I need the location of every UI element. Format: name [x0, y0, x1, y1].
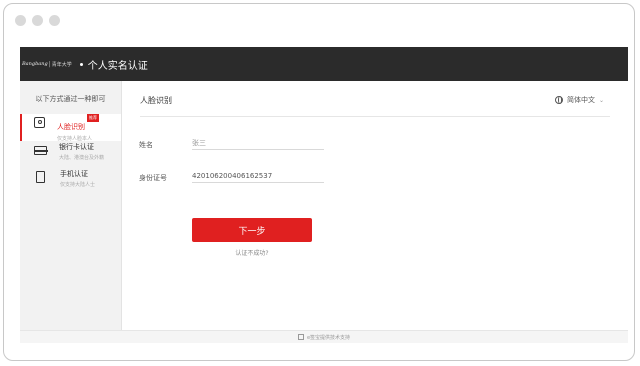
brand-logo-text: Bangbang: [22, 61, 48, 67]
sidebar-heading: 以下方式通过一种即可: [35, 95, 106, 103]
brand-separator: |: [48, 60, 51, 68]
browser-window: Bangbang | 青年大学 个人实名认证 以下方式通过一种即可 人脸识别推荐…: [3, 3, 635, 361]
main-content: 人脸识别 简体中文 ⌄ 姓名 身份证号 下一步 认证不成功?: [122, 81, 628, 330]
footer: e签宝提供技术支持: [20, 330, 628, 343]
bank-card-icon: [34, 146, 48, 155]
language-label: 简体中文: [566, 96, 595, 104]
sidebar-item-label: 手机认证: [60, 170, 88, 178]
next-step-button[interactable]: 下一步: [192, 218, 312, 242]
window-dot-close[interactable]: [15, 15, 26, 26]
name-label: 姓名: [139, 141, 153, 149]
sidebar-item-label: 人脸识别: [57, 123, 85, 131]
sidebar-item-sub: 大陆、港澳台及外籍: [59, 155, 105, 161]
globe-icon: [554, 96, 563, 104]
window-dot-maximize[interactable]: [49, 15, 60, 26]
name-input[interactable]: [192, 137, 324, 150]
footer-text: e签宝提供技术支持: [306, 334, 351, 341]
window-dot-minimize[interactable]: [32, 15, 43, 26]
sidebar-item-sub: 仅支持大陆人士: [60, 182, 96, 188]
app-frame: Bangbang | 青年大学 个人实名认证 以下方式通过一种即可 人脸识别推荐…: [20, 47, 628, 343]
esign-logo-icon: [297, 334, 304, 340]
brand-subtitle: 青年大学: [51, 61, 72, 68]
sidebar-item-phone[interactable]: 手机认证 仅支持大陆人士: [20, 168, 121, 195]
sidebar-item-bank-card[interactable]: 银行卡认证 大陆、港澳台及外籍: [20, 141, 121, 168]
window-controls: [15, 15, 60, 26]
verification-failed-link[interactable]: 认证不成功?: [228, 248, 276, 257]
language-selector[interactable]: 简体中文 ⌄: [554, 95, 604, 105]
page-title: 个人实名认证: [87, 60, 148, 72]
face-id-icon: [34, 117, 45, 128]
id-number-input[interactable]: [192, 170, 324, 183]
recommended-badge: 推荐: [87, 114, 99, 122]
section-title: 人脸识别: [140, 96, 172, 105]
chevron-down-icon: ⌄: [598, 96, 604, 104]
top-bar: Bangbang | 青年大学 个人实名认证: [20, 47, 628, 81]
content-header: 人脸识别 简体中文 ⌄: [140, 81, 610, 117]
sidebar-item-label: 银行卡认证: [59, 143, 94, 151]
sidebar-item-face-recognition[interactable]: 人脸识别推荐 仅支持人脸本人: [20, 114, 121, 142]
phone-icon: [36, 171, 45, 183]
title-bullet-icon: [79, 62, 83, 66]
id-number-label: 身份证号: [139, 174, 167, 182]
brand-logo: Bangbang | 青年大学: [22, 61, 72, 68]
sidebar: 以下方式通过一种即可 人脸识别推荐 仅支持人脸本人 银行卡认证 大陆、港澳台及外…: [20, 81, 122, 330]
